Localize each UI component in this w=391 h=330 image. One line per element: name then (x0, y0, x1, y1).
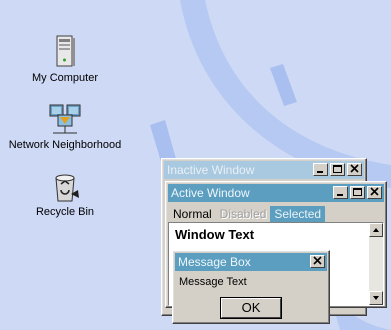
desktop-icon-recycle-bin[interactable]: Recycle Bin (0, 168, 130, 218)
recycle-bin-icon (47, 168, 83, 204)
message-text: Message Text (179, 276, 247, 288)
vertical-scrollbar[interactable] (369, 223, 383, 305)
maximize-icon (353, 188, 362, 196)
desktop-icon-label: Network Neighborhood (8, 139, 122, 151)
arrow-up-icon (373, 228, 379, 232)
arrow-down-icon (373, 296, 379, 300)
maximize-button[interactable] (330, 163, 345, 176)
active-window-title-bar[interactable]: Active Window (168, 184, 384, 202)
active-window-title: Active Window (171, 186, 250, 200)
network-icon (47, 101, 83, 137)
minimize-button[interactable] (333, 186, 348, 199)
inactive-window-controls (311, 163, 362, 176)
inactive-window-title-bar[interactable]: Inactive Window (164, 161, 364, 179)
message-box[interactable]: Message Box Message Text OK (172, 250, 330, 324)
minimize-button[interactable] (313, 163, 328, 176)
close-button[interactable] (347, 163, 362, 176)
maximize-button[interactable] (350, 186, 365, 199)
menu-item-selected[interactable]: Selected (270, 206, 326, 222)
inactive-window-title: Inactive Window (167, 163, 255, 177)
close-icon (350, 164, 359, 173)
menu-bar: Normal Disabled Selected (169, 206, 326, 222)
message-box-title-bar[interactable]: Message Box (175, 253, 327, 271)
desktop-icon-network-neighborhood[interactable]: Network Neighborhood (0, 101, 130, 151)
desktop-icon-label: Recycle Bin (35, 206, 95, 218)
close-button[interactable] (310, 255, 325, 268)
ok-button[interactable]: OK (220, 297, 282, 319)
message-box-controls (308, 255, 325, 268)
active-window-controls (331, 186, 382, 199)
menu-item-disabled: Disabled (219, 207, 267, 221)
window-text: Window Text (175, 227, 255, 242)
scroll-down-button[interactable] (369, 291, 383, 305)
scroll-up-button[interactable] (369, 223, 383, 237)
maximize-icon (333, 165, 342, 173)
menu-item-normal[interactable]: Normal (169, 206, 216, 222)
close-icon (370, 187, 379, 196)
computer-icon (47, 34, 83, 70)
close-button[interactable] (367, 186, 382, 199)
close-icon (313, 256, 322, 265)
minimize-icon (337, 194, 343, 196)
desktop-icon-my-computer[interactable]: My Computer (0, 34, 130, 84)
message-box-title: Message Box (178, 255, 251, 269)
desktop-icon-label: My Computer (31, 72, 99, 84)
minimize-icon (317, 171, 323, 173)
